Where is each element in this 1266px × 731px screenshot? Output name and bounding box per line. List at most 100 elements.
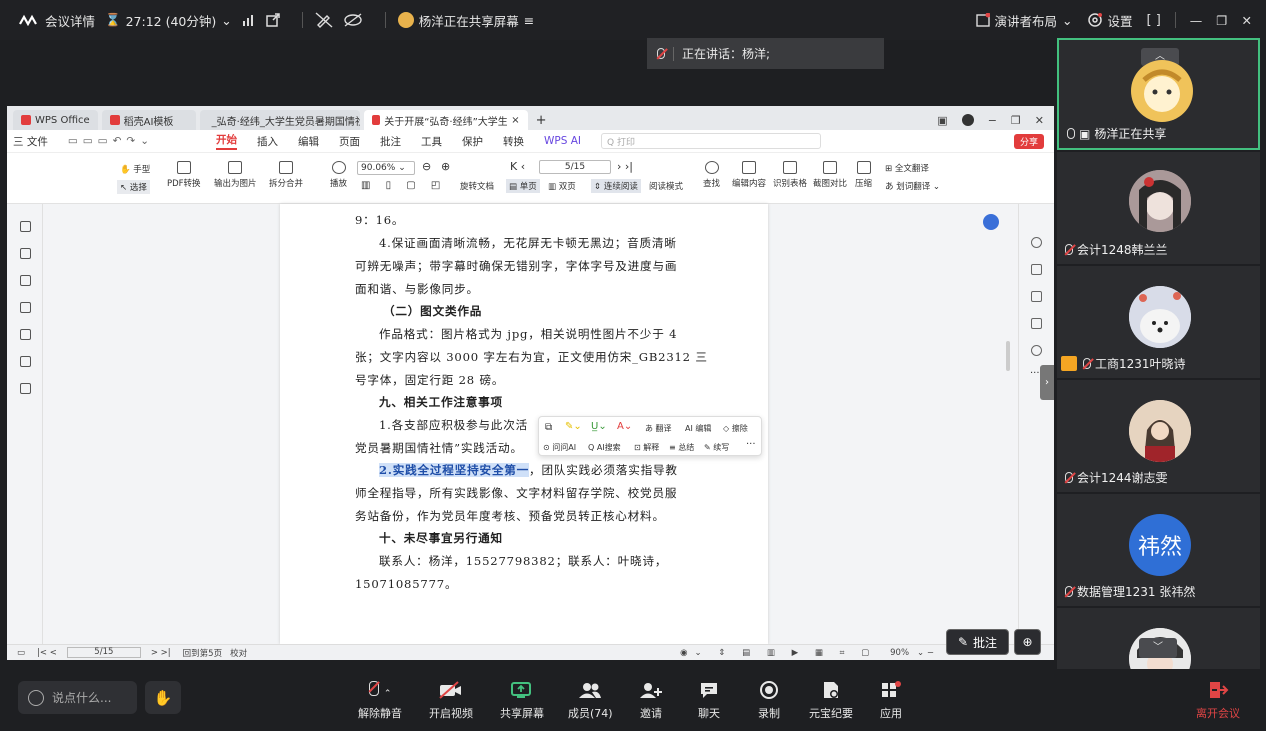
summary-button[interactable]: ≡ 总结 (669, 442, 694, 453)
search-input[interactable]: Q 打印 (601, 133, 821, 149)
selected-text[interactable]: 2.实践全过程坚持安全第一 (379, 463, 530, 477)
scroll-down-icon[interactable]: ﹀ (1139, 638, 1177, 658)
continuous-button[interactable]: ⇕ 连续阅读 (591, 179, 641, 193)
signal-icon[interactable] (242, 14, 256, 26)
avatar[interactable] (961, 114, 974, 126)
ai-assistant-icon[interactable] (983, 214, 999, 230)
new-tab-icon[interactable]: + (532, 110, 551, 130)
layout-dropdown[interactable]: 演讲者布局 ⌄ (975, 11, 1073, 30)
sidebar-toggle-icon[interactable]: ▭ (17, 648, 25, 658)
menu-edit[interactable]: 编辑 (298, 134, 319, 149)
more-icon[interactable]: ··· (746, 439, 756, 450)
font-color-icon[interactable]: A⌄ (617, 421, 632, 432)
raise-hand-button[interactable]: ✋ (145, 681, 181, 714)
thumbnail-icon[interactable] (20, 275, 31, 286)
copy-icon[interactable]: ⧉ (545, 422, 552, 433)
zoom-level[interactable]: 90% (890, 648, 909, 658)
quick-access-icons[interactable]: ▭▭▭↶↷⌄ (68, 135, 154, 147)
close-icon[interactable]: ✕ (1242, 13, 1252, 28)
export-image-button[interactable]: 输出为图片 (214, 161, 257, 189)
wps-tab-pdf-active[interactable]: 关于开展“弘奇·经纬”大学生党员× (363, 110, 528, 130)
pdf-convert-button[interactable]: PDF转换 (167, 161, 201, 189)
share-screen-button[interactable]: 共享屏幕 (500, 681, 544, 721)
continue-button[interactable]: ✎ 续写 (704, 442, 729, 453)
rotate-button[interactable]: 旋转文档 (460, 180, 494, 192)
start-video-button[interactable]: 开启视频 (429, 681, 473, 721)
full-translate-button[interactable]: ⊞ 全文翻译 (885, 162, 929, 174)
menu-protect[interactable]: 保护 (462, 134, 483, 149)
zoom-out-icon[interactable]: ⊖ (422, 160, 431, 173)
play-button[interactable]: 播放 (330, 161, 347, 189)
maximize-icon[interactable]: ❐ (1011, 114, 1021, 127)
menu-tools[interactable]: 工具 (421, 134, 442, 149)
ask-ai-button[interactable]: ⊙ 问问AI (543, 442, 576, 453)
page-input[interactable]: 5/15 (539, 160, 611, 174)
apps-button[interactable]: 应用 (880, 681, 902, 721)
participant-tile[interactable]: 会计1244谢志雯 (1057, 380, 1260, 492)
next-page-icon[interactable]: > >| (151, 648, 171, 658)
timer-dropdown[interactable]: ⌛ 27:12 (40分钟) ⌄ (105, 11, 232, 30)
next-page-icon[interactable]: › ›| (617, 160, 633, 173)
compare-button[interactable]: 截图对比 (813, 161, 847, 189)
compress-button[interactable]: 压缩 (855, 161, 872, 189)
translate-icon[interactable] (1031, 264, 1042, 275)
menu-review[interactable]: 批注 (380, 134, 401, 149)
close-tab-icon[interactable]: × (511, 115, 519, 126)
members-button[interactable]: 成员(74) (568, 681, 613, 721)
split-merge-button[interactable]: 拆分合并 (269, 161, 303, 189)
participant-tile[interactable]: 工商1231叶晓诗 (1057, 266, 1260, 378)
layers-icon[interactable] (20, 383, 31, 394)
participant-tile[interactable]: 祎然 数据管理1231 张祎然 (1057, 494, 1260, 606)
unmute-button[interactable]: ⌃ 解除静音 (358, 681, 402, 721)
bookmark-icon[interactable] (20, 248, 31, 259)
fullscreen-icon[interactable]: [ ] (1147, 13, 1161, 28)
proofread-link[interactable]: 校对 (230, 647, 247, 659)
menu-insert[interactable]: 插入 (257, 134, 278, 149)
more-icon[interactable]: ··· (1030, 368, 1040, 379)
find-button[interactable]: 查找 (703, 161, 720, 189)
double-page-button[interactable]: ▥ 双页 (548, 180, 576, 192)
explain-button[interactable]: ⊡ 解释 (634, 442, 659, 453)
disable-annotation-icon[interactable] (315, 12, 333, 28)
select-tool[interactable]: ↖ 选择 (117, 180, 150, 194)
help-icon[interactable] (1031, 345, 1042, 356)
menu-file[interactable]: 三 文件 (13, 134, 48, 149)
record-button[interactable]: 录制 (758, 681, 780, 721)
v-scrollbar[interactable] (1006, 341, 1010, 371)
chat-input[interactable]: 说点什么... (18, 681, 137, 714)
word-translate-button[interactable]: あ 划词翻译 ⌄ (885, 180, 940, 192)
crop-icon[interactable] (1031, 318, 1042, 329)
participant-tile[interactable]: 会计1248韩兰兰 (1057, 152, 1260, 264)
meeting-details-button[interactable]: 会议详情 (18, 11, 95, 30)
zoom-in-button[interactable]: ⊕ (1014, 629, 1041, 655)
collapse-sidebar-tab[interactable]: › (1040, 365, 1054, 400)
view-mode-icons[interactable]: ◉⌄ ⇕ ▤ ▥ ▶ ▦ ⌗ ▢ (680, 648, 876, 658)
participant-tile-sharer[interactable]: ︿ ▣ 杨洋正在共享 (1057, 38, 1260, 150)
menu-home[interactable]: 开始 (216, 132, 237, 150)
wps-tab-home[interactable]: WPS Office (13, 110, 98, 130)
highlight-icon[interactable]: ✎⌄ (565, 421, 582, 432)
invite-button[interactable]: 邀请 (639, 681, 663, 721)
search-icon[interactable] (1031, 237, 1042, 248)
participant-tile[interactable]: ﹀ (1057, 608, 1260, 669)
comment-icon[interactable] (20, 302, 31, 313)
menu-page[interactable]: 页面 (339, 134, 360, 149)
hide-video-icon[interactable] (343, 13, 363, 27)
page-field[interactable]: 5/15 (66, 647, 141, 658)
menu-wps-ai[interactable]: WPS AI (544, 135, 581, 147)
emoji-icon[interactable] (28, 689, 44, 706)
underline-icon[interactable]: U̲⌄ (591, 421, 607, 432)
wps-tab-templates[interactable]: 稻壳AI模板 (101, 110, 196, 130)
share-button[interactable]: 分享 (1013, 134, 1044, 149)
sharing-status[interactable]: 杨洋正在共享屏幕 ≡ (397, 11, 534, 30)
restore-icon[interactable]: ❐ (1216, 13, 1227, 28)
first-page-icon[interactable]: K ‹ (510, 160, 525, 173)
attachment-icon[interactable] (20, 329, 31, 340)
first-page-icon[interactable]: |< < (37, 648, 57, 658)
edit-content-button[interactable]: 编辑内容 (732, 161, 766, 189)
translate-button[interactable]: あ 翻译 (645, 423, 672, 434)
minimize-icon[interactable]: − (988, 114, 997, 127)
doc-line-selected[interactable]: 2.实践全过程坚持安全第一，团队实践必须落实指导教 (379, 462, 678, 478)
recognize-table-button[interactable]: 识别表格 (773, 161, 807, 189)
annotate-button[interactable]: ✎ 批注 (946, 629, 1009, 655)
